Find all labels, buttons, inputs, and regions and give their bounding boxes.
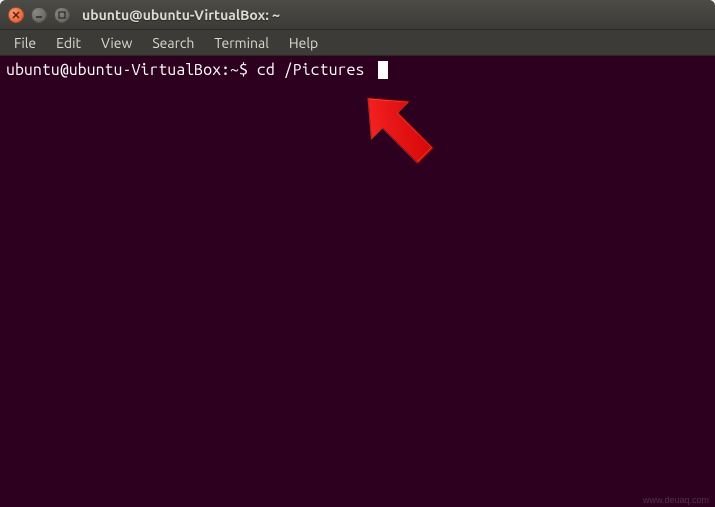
menu-file[interactable]: File	[4, 32, 46, 54]
close-button[interactable]	[8, 7, 24, 23]
menu-edit[interactable]: Edit	[46, 32, 91, 54]
watermark: www.deuaq.com	[643, 495, 709, 505]
menu-search[interactable]: Search	[142, 32, 204, 54]
menu-terminal[interactable]: Terminal	[204, 32, 279, 54]
maximize-icon	[58, 11, 66, 19]
minimize-button[interactable]	[31, 7, 47, 23]
cursor	[378, 61, 388, 79]
menu-help[interactable]: Help	[279, 32, 328, 54]
typed-command: cd /Pictures	[257, 60, 365, 81]
close-icon	[12, 11, 20, 19]
titlebar[interactable]: ubuntu@ubuntu-VirtualBox: ~	[0, 0, 715, 30]
maximize-button[interactable]	[54, 7, 70, 23]
window-title: ubuntu@ubuntu-VirtualBox: ~	[82, 7, 280, 23]
terminal-window: ubuntu@ubuntu-VirtualBox: ~ File Edit Vi…	[0, 0, 715, 507]
shell-prompt: ubuntu@ubuntu-VirtualBox:~$	[6, 60, 257, 81]
menu-view[interactable]: View	[91, 32, 142, 54]
menubar: File Edit View Search Terminal Help	[0, 30, 715, 56]
terminal-output[interactable]: ubuntu@ubuntu-VirtualBox:~$ cd /Pictures	[0, 56, 715, 507]
terminal-line: ubuntu@ubuntu-VirtualBox:~$ cd /Pictures	[6, 60, 709, 81]
minimize-icon	[35, 11, 43, 19]
window-controls	[8, 7, 70, 23]
